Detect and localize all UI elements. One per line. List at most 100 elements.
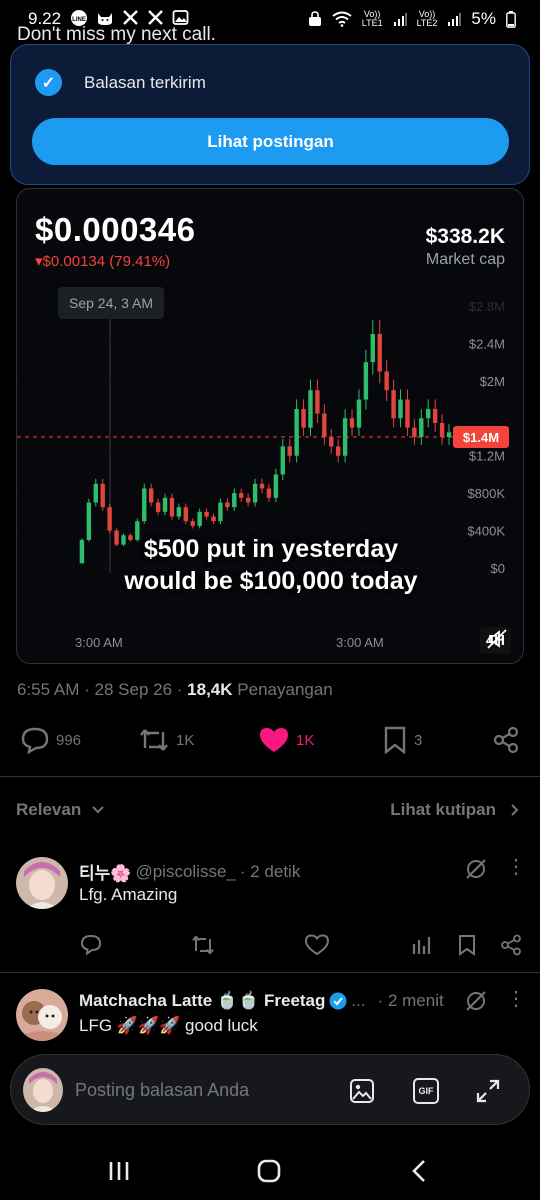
recents-icon[interactable] (108, 1160, 130, 1182)
sort-dropdown[interactable]: Relevan (16, 800, 105, 820)
candle (232, 493, 237, 508)
gif-button[interactable]: GIF (413, 1078, 439, 1104)
x-tick-label: 3:00 AM (336, 635, 384, 650)
more-options-icon[interactable]: ⋮ (506, 857, 526, 877)
reply-author-handle[interactable]: @piscolisse_ (135, 862, 235, 882)
candle (162, 497, 168, 512)
reply-button[interactable]: 996 (20, 726, 81, 754)
candle (176, 507, 182, 517)
system-icons: Vo)) LTE1 Vo)) LTE2 5% (308, 9, 516, 29)
lte1-indicator: Vo)) LTE1 (361, 9, 383, 28)
like-button[interactable]: 1K (258, 726, 314, 754)
candle (273, 474, 279, 498)
bookmark-count: 3 (414, 731, 423, 749)
candle (432, 408, 438, 423)
share-button[interactable] (492, 726, 520, 754)
image-icon[interactable] (349, 1078, 375, 1104)
candle (391, 390, 396, 419)
y-tick-label: $800K (467, 486, 505, 501)
avatar[interactable] (16, 989, 68, 1041)
view-count: 18,4K (187, 680, 233, 699)
reply-icon[interactable] (80, 934, 102, 956)
divider (0, 776, 540, 777)
mute-icon[interactable] (487, 628, 507, 650)
candle (315, 390, 320, 414)
candle (252, 483, 258, 503)
more-options-icon[interactable]: ⋮ (506, 989, 526, 1009)
candle (398, 399, 403, 419)
candle (245, 497, 251, 503)
candle (93, 483, 98, 503)
market-cap-label: Market cap (425, 251, 505, 268)
grok-icon[interactable] (464, 989, 488, 1013)
grok-icon[interactable] (464, 857, 488, 881)
sort-label: Relevan (16, 800, 82, 819)
reply-time: · 2 menit (377, 991, 444, 1010)
candle (329, 437, 334, 447)
candle (349, 418, 355, 428)
share-icon (493, 726, 519, 754)
crosshair-date: Sep 24, 3 AM (58, 287, 165, 319)
candle (197, 511, 202, 526)
meta-separator: · (84, 680, 90, 699)
svg-text:LINE: LINE (72, 17, 86, 23)
candle (204, 511, 209, 517)
views-label: Penayangan (237, 680, 333, 699)
candle (148, 488, 154, 503)
heart-icon[interactable] (305, 934, 329, 956)
back-icon[interactable] (410, 1159, 428, 1183)
bookmark-button[interactable]: 3 (382, 726, 422, 754)
token-price: $0.000346 (35, 211, 196, 248)
candle (183, 507, 189, 522)
expand-icon[interactable] (475, 1078, 501, 1104)
y-tick-label: $2.4M (469, 336, 505, 351)
repost-icon[interactable] (191, 934, 215, 956)
avatar (23, 1068, 63, 1112)
candle (446, 432, 452, 437)
home-icon[interactable] (257, 1159, 281, 1183)
verified-badge-icon (329, 992, 347, 1010)
bookmark-icon (384, 726, 406, 754)
divider (0, 972, 540, 973)
reply-header: Matchacha Latte 🍵🍵 Freetag ... · 2 menit (79, 991, 444, 1011)
reply-composer[interactable]: Posting balasan Anda GIF (10, 1054, 530, 1125)
candle (439, 422, 445, 437)
reply-count: 996 (56, 731, 82, 749)
view-quotes-link[interactable]: Lihat kutipan (390, 800, 520, 820)
reply-author-name[interactable]: Matchacha Latte 🍵🍵 Freetag (79, 991, 325, 1011)
candle (100, 483, 105, 508)
name-ellipsis: ... (351, 991, 366, 1010)
reply-item[interactable] (16, 857, 68, 909)
reply-item[interactable] (16, 989, 68, 1041)
avatar[interactable] (16, 857, 68, 909)
candle (342, 418, 348, 456)
share-icon[interactable] (500, 934, 522, 956)
candle (335, 446, 341, 456)
views-icon[interactable] (412, 934, 432, 956)
tweet-time: 6:55 AM (17, 680, 80, 699)
candle (142, 488, 147, 522)
media-card[interactable]: $2.8M $2.4M $2M $1.2M $800K $400K $0 $1.4M $0.0… (16, 188, 524, 664)
candle (280, 446, 285, 475)
candle (322, 413, 327, 437)
reply-input[interactable]: Posting balasan Anda (75, 1080, 249, 1101)
reply-sent-toast: ✓ Balasan terkirim Lihat postingan (10, 44, 530, 185)
battery-percent: 5% (471, 9, 496, 28)
repost-button[interactable]: 1K (138, 726, 194, 754)
toast-message: Balasan terkirim (84, 73, 206, 92)
candle (363, 362, 369, 400)
reply-author-name[interactable]: 티누🌸 (79, 859, 131, 884)
wifi-icon (332, 11, 352, 27)
heart-filled-icon (260, 728, 288, 752)
market-cap-value: $338.2K (425, 225, 505, 248)
candle (419, 418, 424, 437)
chevron-down-icon (92, 806, 104, 814)
y-tick-label: $1.2M (469, 449, 505, 464)
y-tick-label: $2.8M (469, 299, 505, 314)
view-post-button[interactable]: Lihat postingan (32, 118, 509, 165)
candle (377, 334, 382, 372)
bookmark-icon[interactable] (457, 934, 477, 956)
caption-line-1: $500 put in yesterday (143, 535, 399, 563)
tweet-text-behind: Don't miss my next call. (17, 24, 216, 45)
repost-icon (140, 729, 168, 751)
